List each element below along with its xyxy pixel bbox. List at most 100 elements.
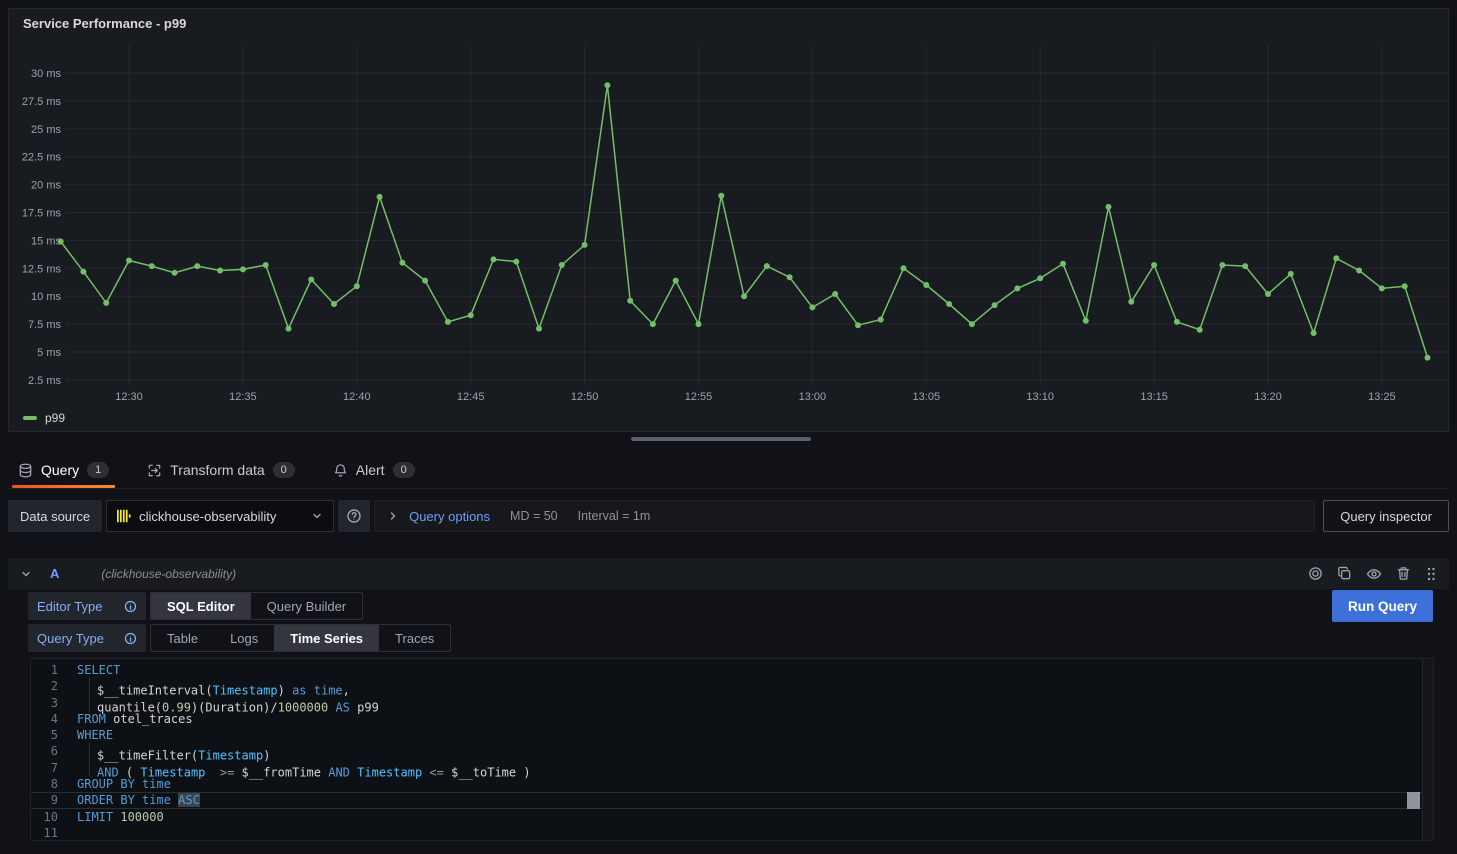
- info-circle-icon[interactable]: [124, 600, 137, 613]
- data-point[interactable]: [354, 283, 360, 289]
- query-type-traces[interactable]: Traces: [379, 625, 450, 651]
- data-point[interactable]: [80, 269, 86, 275]
- editor-type-sql-editor[interactable]: SQL Editor: [151, 593, 251, 619]
- data-point[interactable]: [1128, 299, 1134, 305]
- data-point[interactable]: [1060, 261, 1066, 267]
- data-point[interactable]: [1333, 255, 1339, 261]
- data-point[interactable]: [536, 326, 542, 332]
- data-point[interactable]: [1288, 271, 1294, 277]
- data-point[interactable]: [764, 263, 770, 269]
- series-line-p99[interactable]: [61, 85, 1428, 357]
- tab-transform-data[interactable]: Transform data 0: [137, 452, 305, 488]
- data-point[interactable]: [513, 259, 519, 265]
- data-point[interactable]: [901, 265, 907, 271]
- data-point[interactable]: [1265, 291, 1271, 297]
- code-line-10[interactable]: 10LIMIT 100000: [31, 809, 1433, 825]
- data-point[interactable]: [58, 239, 64, 245]
- data-point[interactable]: [263, 262, 269, 268]
- data-point[interactable]: [582, 242, 588, 248]
- data-point[interactable]: [650, 321, 656, 327]
- data-point[interactable]: [1014, 285, 1020, 291]
- data-point[interactable]: [923, 282, 929, 288]
- data-point[interactable]: [1197, 327, 1203, 333]
- data-point[interactable]: [1402, 283, 1408, 289]
- data-point[interactable]: [878, 317, 884, 323]
- data-point[interactable]: [673, 278, 679, 284]
- data-point[interactable]: [604, 82, 610, 88]
- info-circle-icon[interactable]: [124, 632, 137, 645]
- data-point[interactable]: [1242, 263, 1248, 269]
- data-point[interactable]: [286, 326, 292, 332]
- data-point[interactable]: [559, 262, 565, 268]
- code-line-9[interactable]: 9ORDER BY time ASC: [31, 792, 1433, 808]
- data-point[interactable]: [718, 193, 724, 199]
- data-point[interactable]: [491, 256, 497, 262]
- timeseries-chart[interactable]: 30 ms27.5 ms25 ms22.5 ms20 ms17.5 ms15 m…: [9, 35, 1448, 417]
- data-point[interactable]: [308, 277, 314, 283]
- trash-icon[interactable]: [1396, 566, 1411, 581]
- query-options-toggle[interactable]: Query options: [409, 509, 490, 524]
- query-inspector-button[interactable]: Query inspector: [1323, 500, 1449, 532]
- tab-alert[interactable]: Alert 0: [323, 452, 425, 488]
- query-type-time-series[interactable]: Time Series: [274, 625, 379, 651]
- data-point[interactable]: [331, 301, 337, 307]
- data-point[interactable]: [172, 270, 178, 276]
- data-point[interactable]: [809, 304, 815, 310]
- data-point[interactable]: [1311, 330, 1317, 336]
- data-point[interactable]: [126, 258, 132, 264]
- run-query-button[interactable]: Run Query: [1332, 590, 1433, 622]
- data-point[interactable]: [103, 300, 109, 306]
- data-point[interactable]: [217, 268, 223, 274]
- data-point[interactable]: [1083, 318, 1089, 324]
- data-point[interactable]: [946, 301, 952, 307]
- data-point[interactable]: [696, 321, 702, 327]
- data-point[interactable]: [468, 312, 474, 318]
- data-point[interactable]: [787, 274, 793, 280]
- eye-icon[interactable]: [1366, 566, 1382, 582]
- query-type-table[interactable]: Table: [151, 625, 214, 651]
- legend-item-p99[interactable]: p99: [23, 411, 65, 425]
- code-line-6[interactable]: 6$__timeFilter(Timestamp): [31, 743, 1433, 759]
- chevron-right-icon[interactable]: [387, 510, 399, 522]
- data-point[interactable]: [855, 322, 861, 328]
- data-point[interactable]: [741, 293, 747, 299]
- data-point[interactable]: [1219, 262, 1225, 268]
- data-point[interactable]: [1037, 275, 1043, 281]
- code-line-7[interactable]: 7AND ( Timestamp >= $__fromTime AND Time…: [31, 760, 1433, 776]
- data-point[interactable]: [969, 321, 975, 327]
- data-point[interactable]: [422, 278, 428, 284]
- editor-scrollbar[interactable]: [1422, 659, 1433, 840]
- data-point[interactable]: [627, 298, 633, 304]
- code-line-1[interactable]: 1SELECT: [31, 662, 1433, 678]
- data-point[interactable]: [1425, 355, 1431, 361]
- data-point[interactable]: [992, 302, 998, 308]
- record-circle-icon[interactable]: [1308, 566, 1323, 581]
- datasource-help-button[interactable]: [338, 500, 370, 532]
- code-line-2[interactable]: 2$__timeInterval(Timestamp) as time,: [31, 678, 1433, 694]
- editor-type-query-builder[interactable]: Query Builder: [251, 593, 362, 619]
- data-point[interactable]: [445, 319, 451, 325]
- data-point[interactable]: [399, 260, 405, 266]
- duplicate-icon[interactable]: [1337, 566, 1352, 581]
- data-point[interactable]: [1356, 268, 1362, 274]
- data-point[interactable]: [194, 263, 200, 269]
- data-point[interactable]: [1151, 262, 1157, 268]
- collapse-chevron-icon[interactable]: [20, 568, 32, 580]
- code-line-5[interactable]: 5WHERE: [31, 727, 1433, 743]
- datasource-select[interactable]: clickhouse-observability: [106, 500, 334, 532]
- query-ref-id[interactable]: A: [50, 566, 59, 581]
- data-point[interactable]: [240, 266, 246, 272]
- drag-handle-icon[interactable]: [1425, 566, 1437, 582]
- tab-query[interactable]: Query 1: [8, 452, 119, 488]
- data-point[interactable]: [1379, 285, 1385, 291]
- data-point[interactable]: [832, 291, 838, 297]
- data-point[interactable]: [1174, 319, 1180, 325]
- code-line-11[interactable]: 11: [31, 825, 1433, 841]
- data-point[interactable]: [377, 194, 383, 200]
- query-type-logs[interactable]: Logs: [214, 625, 274, 651]
- code-line-3[interactable]: 3quantile(0.99)(Duration)/1000000 AS p99: [31, 695, 1433, 711]
- panel-resize-handle[interactable]: [631, 437, 811, 441]
- sql-code-editor[interactable]: 1SELECT2$__timeInterval(Timestamp) as ti…: [30, 658, 1434, 841]
- data-point[interactable]: [1106, 204, 1112, 210]
- data-point[interactable]: [149, 263, 155, 269]
